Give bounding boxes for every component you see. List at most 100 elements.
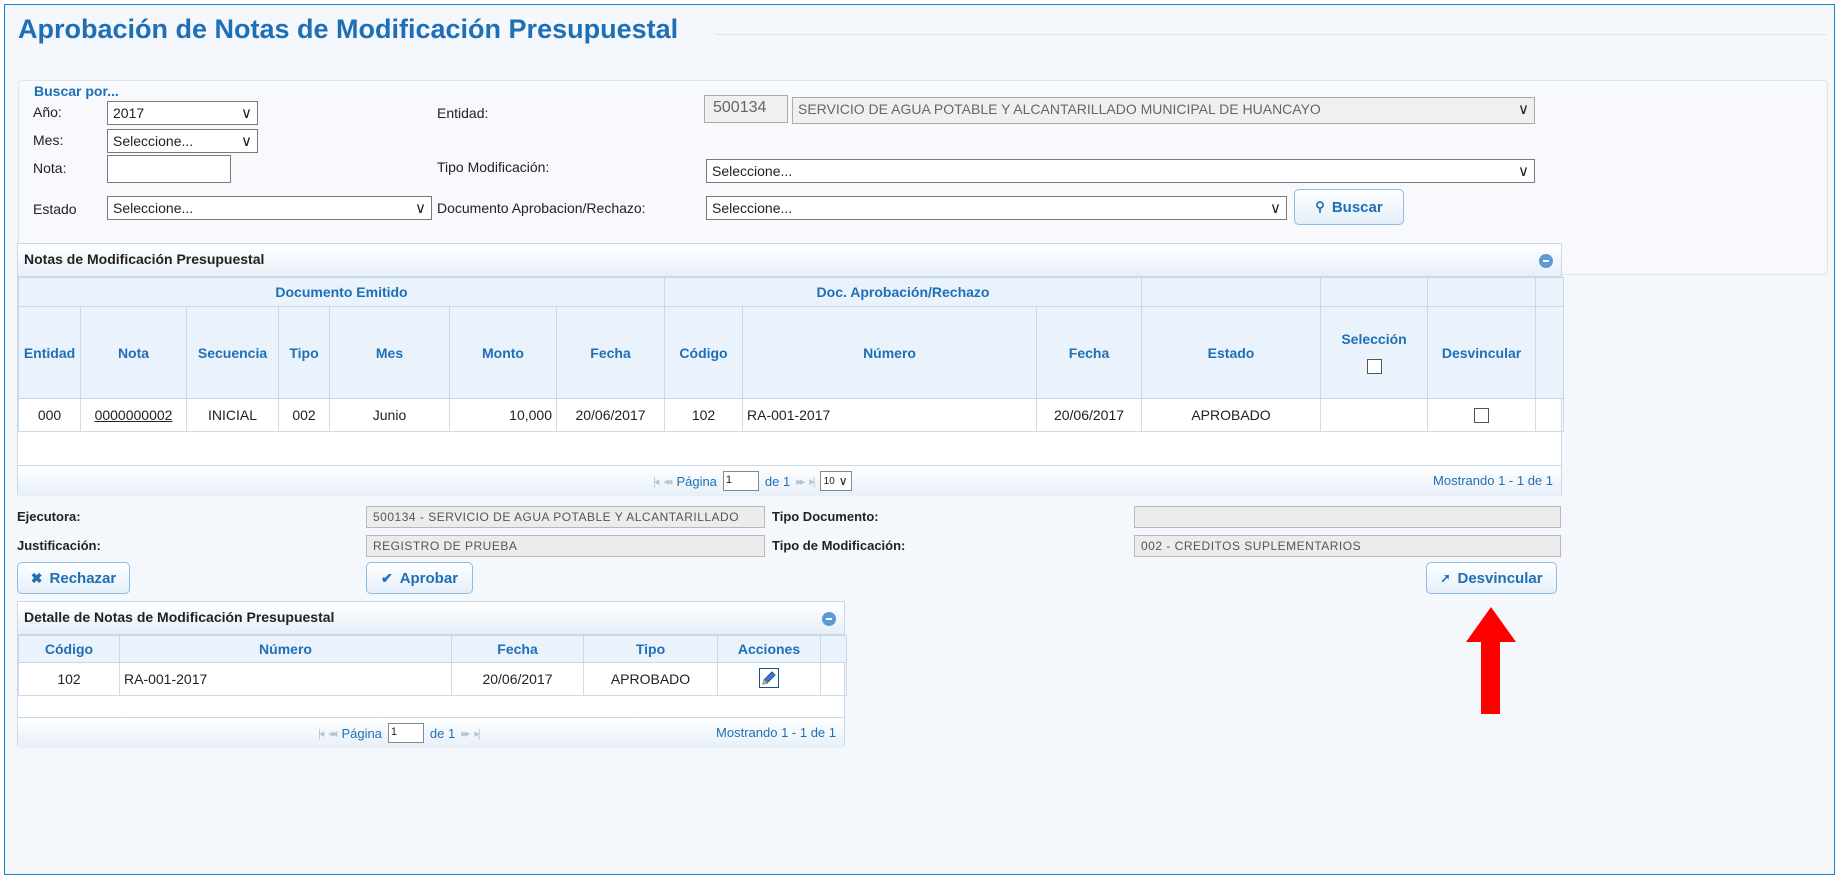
- unlink-checkbox[interactable]: [1474, 408, 1490, 424]
- last-page-icon[interactable]: ▸|: [809, 475, 816, 488]
- next-page-icon[interactable]: ▸▸: [461, 727, 470, 740]
- col-fecha[interactable]: Fecha: [451, 635, 584, 663]
- note-label: Nota:: [33, 160, 67, 176]
- group-approval-header: Doc. Aprobación/Rechazo: [664, 277, 1143, 307]
- col-codigo[interactable]: Código: [664, 306, 744, 399]
- justificacion-label: Justificación:: [17, 538, 101, 553]
- col-numero[interactable]: Número: [119, 635, 452, 663]
- year-select[interactable]: 2017 ∨: [107, 101, 258, 125]
- page-label: Página: [676, 473, 717, 489]
- doc-value: Seleccione...: [712, 200, 793, 216]
- unlink-arrow-icon: ➚: [1440, 571, 1451, 585]
- col-estado[interactable]: Estado: [1141, 306, 1322, 399]
- table-row[interactable]: 102 RA-001-2017 20/06/2017 APROBADO: [18, 662, 847, 696]
- empty-header: [1320, 277, 1429, 307]
- ejecutora-label: Ejecutora:: [17, 509, 81, 524]
- chevron-down-icon: ∨: [241, 105, 252, 122]
- col-monto[interactable]: Monto: [449, 306, 557, 399]
- page-label: Página: [341, 725, 382, 741]
- search-icon: ⚲: [1315, 199, 1325, 214]
- col-tipo[interactable]: Tipo: [583, 635, 718, 663]
- entity-select: SERVICIO DE AGUA POTABLE Y ALCANTARILLAD…: [792, 97, 1535, 124]
- page-of: de 1: [429, 725, 456, 741]
- month-select[interactable]: Seleccione... ∨: [107, 129, 258, 153]
- empty-header: [1141, 277, 1322, 307]
- cell-tipo: 002: [278, 398, 330, 432]
- collapse-icon[interactable]: [1539, 254, 1553, 268]
- col-acciones: Acciones: [717, 635, 821, 663]
- cell-estado: APROBADO: [1141, 398, 1322, 432]
- page-input[interactable]: 1: [722, 471, 759, 491]
- edit-pencil-icon[interactable]: [759, 667, 779, 691]
- cell-entidad: 000: [18, 398, 81, 432]
- page-input[interactable]: 1: [387, 723, 424, 743]
- next-page-icon[interactable]: ▸▸: [796, 475, 805, 488]
- year-label: Año:: [33, 104, 62, 120]
- cell-numero: RA-001-2017: [119, 662, 452, 696]
- cell-empty: [1535, 398, 1565, 432]
- note-input[interactable]: [107, 155, 231, 183]
- unlink-button[interactable]: ➚ Desvincular: [1426, 562, 1557, 594]
- pager-summary: Mostrando 1 - 1 de 1: [716, 725, 836, 740]
- chevron-down-icon: ∨: [1518, 163, 1529, 180]
- chevron-down-icon: ∨: [415, 200, 426, 217]
- check-icon: ✔: [380, 569, 393, 586]
- col-fecha[interactable]: Fecha: [555, 306, 666, 399]
- approve-button-label: Aprobar: [399, 569, 459, 587]
- tipo-documento-field: [1134, 506, 1561, 528]
- col-tipo[interactable]: Tipo: [278, 306, 330, 399]
- col-mes[interactable]: Mes: [329, 306, 450, 399]
- cell-desvincular: [1427, 398, 1537, 432]
- pager-summary: Mostrando 1 - 1 de 1: [1433, 473, 1553, 488]
- cell-empty: [820, 662, 847, 696]
- table-row[interactable]: 000 0000000002 INICIAL 002 Junio 10,000 …: [18, 398, 1565, 432]
- detail-pager: |◂ ◂◂ Página 1 de 1 ▸▸ ▸| Mostrando 1 - …: [18, 717, 844, 748]
- page-size-select[interactable]: 10 ∨: [819, 471, 852, 491]
- col-fecha-aprobacion[interactable]: Fecha: [1036, 306, 1143, 399]
- col-seleccion-label: Selección: [1341, 330, 1407, 347]
- reject-button[interactable]: ✖ Rechazar: [17, 562, 130, 594]
- col-desvincular[interactable]: Desvincular: [1427, 306, 1537, 399]
- ejecutora-field: 500134 - SERVICIO DE AGUA POTABLE Y ALCA…: [366, 506, 765, 528]
- col-numero[interactable]: Número: [742, 306, 1038, 399]
- month-label: Mes:: [33, 132, 64, 148]
- note-link[interactable]: 0000000002: [80, 398, 187, 432]
- col-seleccion: Selección: [1320, 306, 1429, 399]
- col-nota[interactable]: Nota: [80, 306, 187, 399]
- annotation-arrow-shaft: [1481, 640, 1500, 714]
- mod-type-value: Seleccione...: [712, 163, 793, 179]
- prev-page-icon[interactable]: ◂◂: [328, 727, 337, 740]
- col-codigo[interactable]: Código: [18, 635, 120, 663]
- cell-tipo: APROBADO: [583, 662, 718, 696]
- notes-grid: Notas de Modificación Presupuestal Docum…: [17, 243, 1565, 496]
- group-emitted-header: Documento Emitido: [17, 277, 666, 307]
- cell-codigo: 102: [18, 662, 120, 696]
- prev-page-icon[interactable]: ◂◂: [663, 475, 672, 488]
- approve-button[interactable]: ✔ Aprobar: [366, 562, 473, 594]
- tipo-documento-label: Tipo Documento:: [772, 509, 879, 524]
- first-page-icon[interactable]: |◂: [318, 727, 325, 740]
- col-entidad[interactable]: Entidad: [18, 306, 81, 399]
- unlink-button-label: Desvincular: [1457, 569, 1543, 587]
- doc-label: Documento Aprobacion/Rechazo:: [437, 200, 646, 216]
- cell-acciones: [717, 662, 821, 696]
- mod-type-select[interactable]: Seleccione... ∨: [706, 159, 1535, 183]
- cell-numero: RA-001-2017: [742, 398, 1038, 432]
- first-page-icon[interactable]: |◂: [653, 475, 660, 488]
- search-button[interactable]: ⚲ Buscar: [1294, 189, 1404, 225]
- mod-type-label: Tipo Modificación:: [437, 159, 550, 175]
- notes-grid-title-text: Notas de Modificación Presupuestal: [24, 251, 265, 267]
- notes-pager: |◂ ◂◂ Página 1 de 1 ▸▸ ▸| 10 ∨ Mostrando …: [18, 465, 1561, 496]
- page-size-value: 10: [823, 475, 835, 487]
- cell-fecha-aprobacion: 20/06/2017: [1036, 398, 1143, 432]
- select-all-checkbox[interactable]: [1366, 359, 1382, 375]
- last-page-icon[interactable]: ▸|: [474, 727, 481, 740]
- status-select[interactable]: Seleccione... ∨: [107, 196, 432, 220]
- cell-fecha: 20/06/2017: [555, 398, 666, 432]
- doc-select[interactable]: Seleccione... ∨: [706, 196, 1287, 220]
- cell-mes: Junio: [329, 398, 450, 432]
- annotation-arrow-head: [1466, 607, 1516, 642]
- col-secuencia[interactable]: Secuencia: [186, 306, 279, 399]
- collapse-icon[interactable]: [822, 612, 836, 626]
- cell-seleccion: [1320, 398, 1429, 432]
